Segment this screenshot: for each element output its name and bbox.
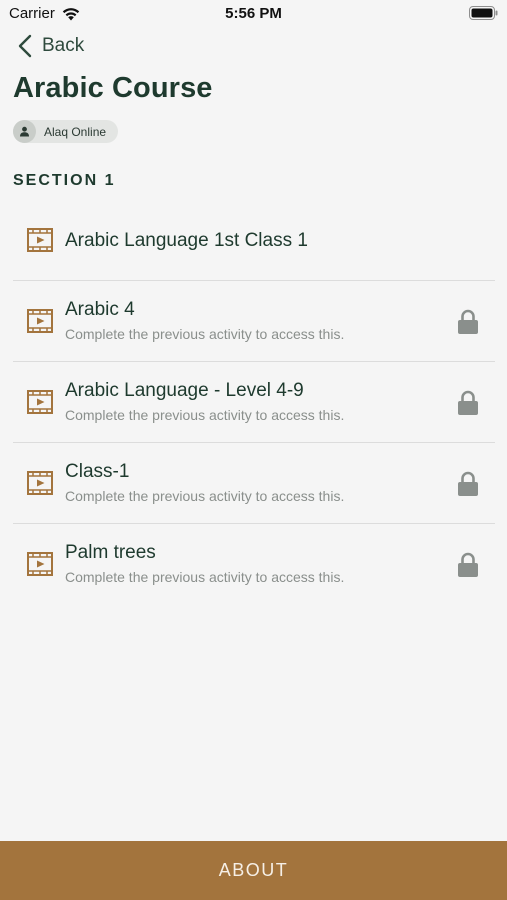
person-icon xyxy=(20,126,29,137)
section-title: SECTION 1 xyxy=(13,172,116,189)
activity-title: Palm trees xyxy=(65,542,156,563)
page-title: Arabic Course xyxy=(13,72,213,104)
list-item[interactable]: Arabic Language - Level 4-9 Complete the… xyxy=(13,362,495,443)
list-item[interactable]: Class-1 Complete the previous activity t… xyxy=(13,443,495,524)
activity-lock-message: Complete the previous activity to access… xyxy=(65,488,345,504)
back-label: Back xyxy=(42,35,85,56)
status-time: 5:56 PM xyxy=(225,5,282,22)
author-name: Alaq Online xyxy=(44,124,107,139)
activity-title: Arabic 4 xyxy=(65,299,135,320)
lock-icon xyxy=(458,390,478,415)
video-icon xyxy=(27,471,53,495)
activity-list: Arabic Language 1st Class 1 Arabic 4 Com… xyxy=(13,200,495,605)
list-item[interactable]: Palm trees Complete the previous activit… xyxy=(13,524,495,605)
about-button[interactable]: ABOUT xyxy=(0,841,507,900)
lock-icon xyxy=(458,309,478,334)
avatar xyxy=(13,120,36,143)
author-chip[interactable]: Alaq Online xyxy=(13,120,119,143)
chevron-left-icon xyxy=(18,34,32,58)
battery-icon xyxy=(469,6,498,20)
lock-icon xyxy=(458,471,478,496)
lock-icon xyxy=(458,552,478,577)
video-icon xyxy=(27,309,53,333)
activity-title: Class-1 xyxy=(65,461,130,482)
activity-lock-message: Complete the previous activity to access… xyxy=(65,407,345,423)
back-button[interactable]: Back xyxy=(17,34,84,58)
status-bar: Carrier 5:56 PM xyxy=(0,0,507,28)
list-item[interactable]: Arabic 4 Complete the previous activity … xyxy=(13,281,495,362)
video-icon xyxy=(27,552,53,576)
list-item[interactable]: Arabic Language 1st Class 1 xyxy=(13,200,495,281)
video-icon xyxy=(27,228,53,252)
activity-lock-message: Complete the previous activity to access… xyxy=(65,326,345,342)
activity-title: Arabic Language - Level 4-9 xyxy=(65,380,304,401)
screen: Carrier 5:56 PM Back Arabic Course Alaq … xyxy=(0,0,507,900)
activity-lock-message: Complete the previous activity to access… xyxy=(65,569,345,585)
activity-title: Arabic Language 1st Class 1 xyxy=(65,230,308,251)
video-icon xyxy=(27,390,53,414)
